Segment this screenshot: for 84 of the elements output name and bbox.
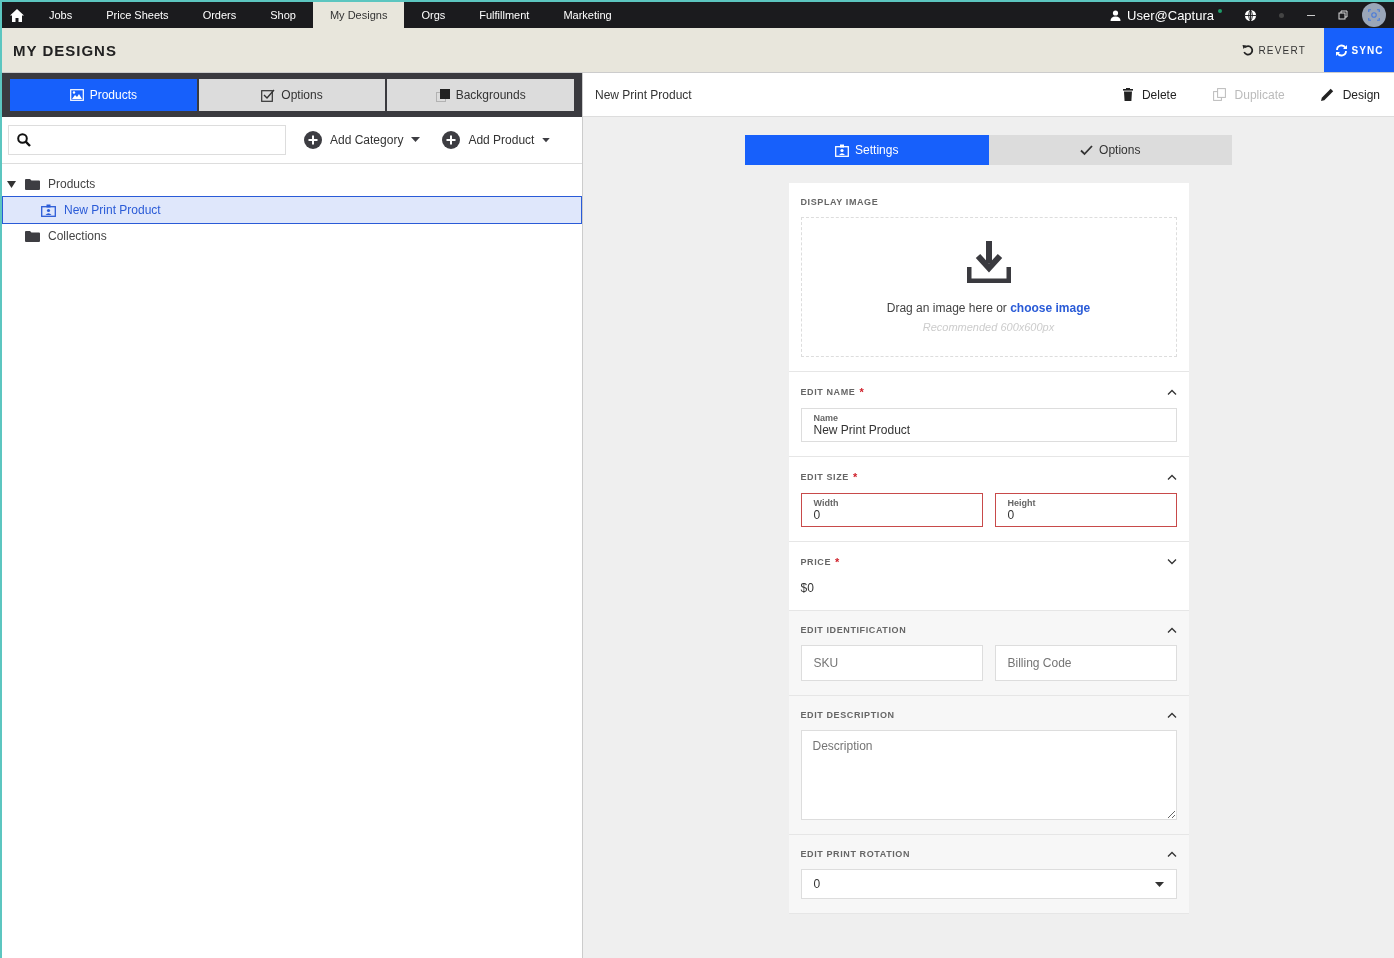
required-mark: *: [859, 386, 864, 398]
plus-icon: [442, 131, 461, 149]
section-title: EDIT DESCRIPTION: [800, 710, 895, 720]
rotation-dropdown[interactable]: 0: [800, 869, 1177, 899]
restore-icon[interactable]: [1338, 10, 1348, 20]
field-value[interactable]: New Print Product: [813, 423, 1164, 437]
tree-item[interactable]: Products: [2, 174, 582, 194]
chevron-down-icon[interactable]: [1166, 559, 1177, 565]
pencil-icon: [1320, 88, 1334, 101]
copy-icon: [1212, 88, 1226, 101]
id-card-icon: [41, 203, 56, 217]
trash-icon: [1122, 88, 1133, 101]
caret-icon: [7, 180, 16, 188]
field-value[interactable]: SKU: [813, 650, 970, 676]
section-title: EDIT IDENTIFICATION: [800, 625, 907, 635]
globe-icon[interactable]: [1244, 8, 1257, 22]
home-icon: [10, 8, 24, 22]
caret-icon: [542, 137, 551, 143]
price-value: $0: [800, 581, 814, 595]
user-icon: [1110, 9, 1122, 21]
section-title: EDIT NAME: [800, 387, 856, 397]
tab[interactable]: Options: [198, 79, 386, 111]
nav-tab[interactable]: Marketing: [546, 2, 629, 28]
description-field[interactable]: Description: [800, 730, 1177, 820]
chevron-up-icon[interactable]: [1166, 474, 1177, 480]
add-category-button[interactable]: Add Category: [300, 131, 425, 149]
nav-tab[interactable]: Price Sheets: [89, 2, 186, 28]
dot-icon: [1279, 12, 1284, 18]
revert-button[interactable]: REVERT: [1236, 43, 1312, 57]
chevron-up-icon[interactable]: [1166, 389, 1177, 395]
undo-icon: [1242, 44, 1255, 56]
page-title: MY DESIGNS: [13, 41, 117, 59]
field-value[interactable]: 0: [1007, 508, 1164, 522]
choose-image-link[interactable]: choose image: [1010, 301, 1091, 315]
action-button[interactable]: Delete: [1116, 86, 1183, 103]
caret-icon: [411, 137, 421, 143]
caret-icon: [1154, 881, 1164, 887]
sync-icon: [1334, 43, 1348, 57]
nav-tab[interactable]: Orgs: [404, 2, 463, 28]
camera-icon[interactable]: [1362, 3, 1386, 27]
folder-icon: [25, 230, 40, 242]
tab[interactable]: Products: [10, 79, 197, 111]
input-field[interactable]: Height 0: [994, 493, 1177, 527]
input-field[interactable]: Billing Code: [994, 645, 1177, 681]
nav-tab[interactable]: Orders: [185, 2, 254, 28]
tab[interactable]: Settings: [745, 135, 989, 165]
section-title: PRICE: [800, 557, 831, 567]
section-title: EDIT PRINT ROTATION: [800, 849, 911, 859]
folder-icon: [25, 178, 40, 190]
search-icon: [17, 133, 31, 147]
plus-icon: [304, 131, 322, 149]
section-title: DISPLAY IMAGE: [800, 197, 879, 207]
chevron-up-icon[interactable]: [1166, 627, 1177, 633]
chevron-up-icon[interactable]: [1166, 851, 1177, 857]
nav-tab[interactable]: My Designs: [312, 2, 405, 28]
checkbox-icon: [261, 88, 276, 102]
tree-item[interactable]: Collections: [2, 226, 582, 246]
download-icon: [966, 241, 1011, 283]
sync-button[interactable]: SYNC: [1324, 28, 1394, 72]
user-name[interactable]: User@Captura: [1127, 7, 1214, 23]
section-title: EDIT SIZE: [800, 472, 849, 482]
check-icon: [1080, 144, 1094, 156]
drop-prompt: Drag an image here or: [886, 301, 1007, 315]
input-field[interactable]: Width 0: [800, 493, 983, 527]
input-field[interactable]: Name New Print Product: [800, 408, 1177, 442]
nav-tab[interactable]: Fulfillment: [462, 2, 547, 28]
layers-icon: [435, 88, 450, 102]
tab[interactable]: Backgrounds: [387, 79, 574, 111]
chevron-up-icon[interactable]: [1166, 712, 1177, 718]
nav-tab[interactable]: Jobs: [32, 2, 90, 28]
required-mark: *: [835, 556, 840, 568]
input-field[interactable]: SKU: [800, 645, 983, 681]
field-value[interactable]: Billing Code: [1007, 650, 1164, 676]
tree-item[interactable]: New Print Product: [2, 196, 582, 224]
action-button[interactable]: Design: [1314, 86, 1386, 103]
tab[interactable]: Options: [988, 135, 1232, 165]
search-field[interactable]: [8, 125, 286, 155]
id-card-icon: [835, 143, 850, 157]
required-mark: *: [852, 471, 858, 483]
image-icon: [69, 89, 84, 101]
nav-tab[interactable]: Shop: [253, 2, 313, 28]
product-title: New Print Product: [595, 87, 692, 102]
add-product-button[interactable]: Add Product: [438, 131, 555, 149]
field-value[interactable]: 0: [813, 508, 970, 522]
